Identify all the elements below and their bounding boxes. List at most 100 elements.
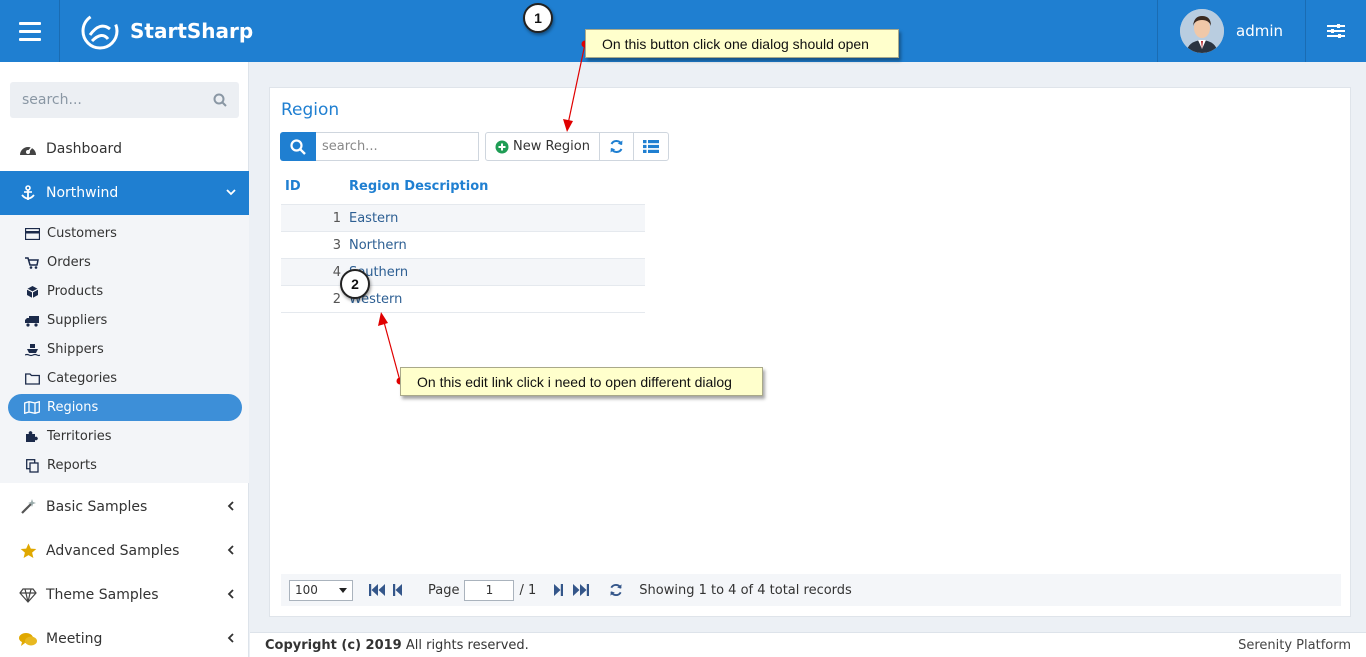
callout-2-text: On this edit link click i need to open d…	[417, 373, 732, 390]
folder-icon	[24, 372, 40, 385]
reload-icon[interactable]	[609, 583, 623, 597]
grid-bottom-border	[281, 312, 645, 313]
sidebar-item-reports[interactable]: Reports	[8, 452, 242, 479]
previous-page-icon[interactable]	[393, 584, 402, 596]
diamond-icon	[19, 587, 37, 603]
sidebar-search-placeholder: search...	[22, 92, 82, 108]
magic-wand-icon	[21, 499, 36, 514]
startsharp-logo-icon	[81, 12, 119, 50]
chevron-down-icon	[226, 189, 236, 196]
copyright-bold: Copyright (c) 2019	[265, 637, 402, 653]
sidebar-item-label: Products	[47, 284, 104, 299]
dashboard-icon	[20, 146, 36, 155]
sidebar-item-label: Orders	[47, 255, 91, 270]
page-number-input[interactable]: 1	[464, 579, 515, 601]
sidebar-item-theme-samples[interactable]: Theme Samples	[0, 573, 249, 617]
sidebar-item-suppliers[interactable]: Suppliers	[8, 307, 242, 334]
chevron-left-icon	[227, 545, 234, 555]
sidebar-item-label: Territories	[47, 429, 112, 444]
sidebar-item-dashboard[interactable]: Dashboard	[0, 127, 249, 171]
sidebar-item-label: Shippers	[47, 342, 104, 357]
sidebar-item-advanced-samples[interactable]: Advanced Samples	[0, 529, 249, 573]
refresh-button[interactable]	[600, 133, 634, 160]
table-row: 4 Southern	[281, 258, 645, 285]
annotation-callout-2: On this edit link click i need to open d…	[400, 367, 763, 396]
callout-1-text: On this button click one dialog should o…	[602, 35, 869, 52]
user-menu[interactable]: admin	[1157, 0, 1306, 62]
sidebar-item-label: Basic Samples	[46, 499, 148, 515]
copyright: Copyright (c) 2019 All rights reserved.	[265, 638, 529, 653]
star-icon	[20, 543, 36, 558]
column-header-region-description[interactable]: Region Description	[349, 179, 488, 194]
region-edit-link[interactable]: Eastern	[349, 211, 398, 226]
sidebar-item-label: Northwind	[46, 185, 119, 201]
first-page-icon[interactable]	[369, 584, 385, 596]
page-size-value: 100	[295, 583, 318, 597]
truck-icon	[24, 315, 39, 327]
toolbar: New Region	[485, 132, 669, 161]
plus-circle-icon	[495, 140, 509, 153]
sidebar-item-territories[interactable]: Territories	[8, 423, 242, 450]
search-icon	[290, 138, 306, 155]
page-title: Region	[281, 100, 340, 120]
credit-card-icon	[24, 227, 40, 240]
sidebar-item-meeting[interactable]: Meeting	[0, 617, 249, 657]
sidebar-item-northwind[interactable]: Northwind	[0, 171, 249, 215]
page-size-select[interactable]: 100	[289, 579, 353, 601]
map-icon	[24, 401, 40, 414]
table-row: 2 Western	[281, 285, 645, 312]
sidebar-item-label: Suppliers	[47, 313, 108, 328]
chevron-left-icon	[227, 589, 234, 599]
sidebar-item-orders[interactable]: Orders	[8, 249, 242, 276]
hamburger-menu-icon[interactable]	[0, 0, 60, 62]
footer-platform: Serenity Platform	[1238, 637, 1351, 653]
sidebar-item-products[interactable]: Products	[8, 278, 242, 305]
column-header-id[interactable]: ID	[285, 179, 301, 194]
chevron-left-icon	[227, 633, 234, 643]
table-row: 3 Northern	[281, 231, 645, 258]
cell-id: 2	[332, 292, 341, 307]
sidebar-item-label: Regions	[47, 400, 99, 415]
sidebar-item-categories[interactable]: Categories	[8, 365, 242, 392]
next-page-icon[interactable]	[554, 584, 564, 596]
sidebar-item-label: Advanced Samples	[46, 543, 180, 559]
anchor-icon	[21, 185, 35, 200]
quick-search-placeholder: search...	[322, 139, 378, 154]
last-page-icon[interactable]	[573, 584, 590, 596]
cell-id: 3	[332, 238, 341, 253]
new-region-button[interactable]: New Region	[486, 133, 600, 160]
copy-icon	[25, 458, 39, 473]
sidebar-item-label: Categories	[47, 371, 118, 386]
region-edit-link[interactable]: Northern	[349, 238, 407, 253]
brand[interactable]: StartSharp	[80, 0, 253, 62]
sidebar-search-input[interactable]: search...	[10, 82, 239, 118]
ship-icon	[24, 343, 40, 356]
grid-header: ID Region Description	[281, 178, 645, 202]
comments-icon	[19, 632, 37, 646]
copyright-rest: All rights reserved.	[401, 637, 529, 653]
annotation-callout-1: On this button click one dialog should o…	[585, 29, 899, 58]
sidebar-item-basic-samples[interactable]: Basic Samples	[0, 485, 249, 529]
user-name: admin	[1236, 22, 1283, 40]
quick-search-input[interactable]: search...	[316, 132, 479, 161]
sidebar-item-customers[interactable]: Customers	[8, 220, 242, 247]
sidebar-item-label: Reports	[47, 458, 97, 473]
annotation-badge-1: 1	[523, 3, 553, 33]
new-region-label: New Region	[513, 139, 590, 154]
page-total: / 1	[519, 582, 537, 598]
settings-sliders-icon[interactable]	[1306, 0, 1366, 62]
footer: Copyright (c) 2019 All rights reserved. …	[250, 632, 1366, 657]
sidebar-item-regions[interactable]: Regions	[8, 394, 242, 421]
cell-id: 1	[332, 211, 341, 226]
brand-title: StartSharp	[130, 19, 254, 43]
column-picker-button[interactable]	[634, 133, 668, 160]
refresh-icon	[610, 140, 623, 153]
sidebar-item-label: Customers	[47, 226, 117, 241]
quick-search-button[interactable]	[280, 132, 316, 161]
sidebar-item-shippers[interactable]: Shippers	[8, 336, 242, 363]
list-icon	[643, 140, 659, 153]
sidebar: search... Dashboard Northwind Customers …	[0, 62, 249, 657]
cell-id: 4	[332, 265, 341, 280]
page-number-value: 1	[485, 583, 494, 597]
puzzle-icon	[26, 431, 38, 442]
